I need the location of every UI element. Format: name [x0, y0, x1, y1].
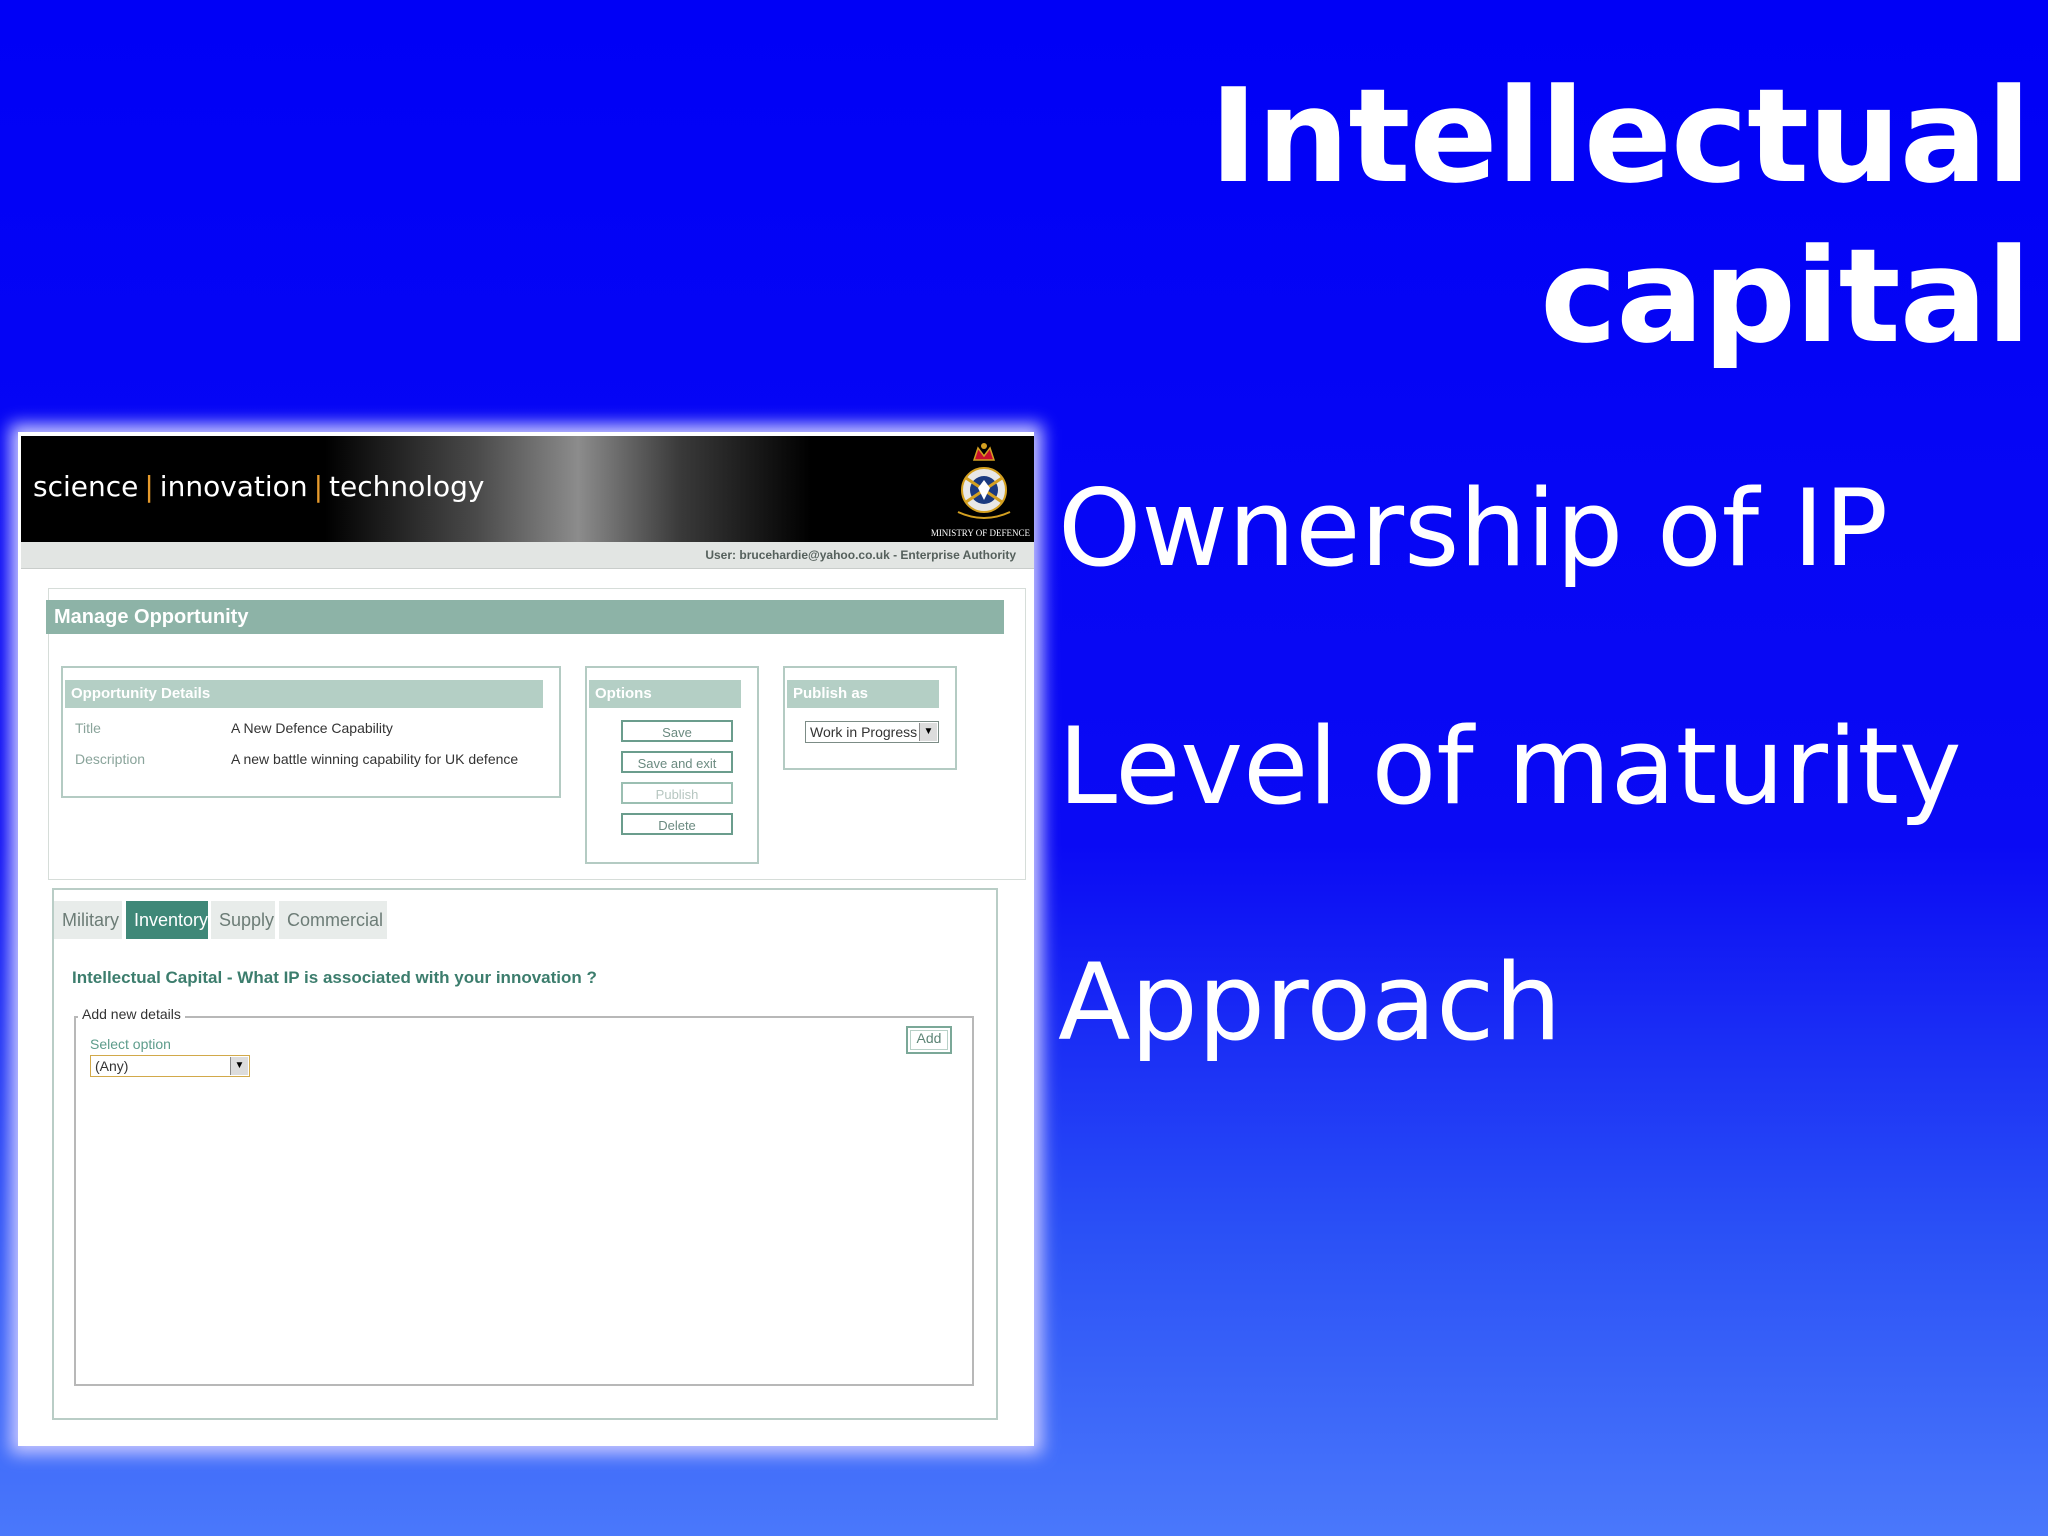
publish-as-select[interactable]: Work in Progress ▼: [805, 721, 939, 743]
page-title: Manage Opportunity: [46, 600, 1004, 634]
select-option-dropdown[interactable]: (Any) ▼: [90, 1055, 250, 1077]
publish-as-box: Publish as Work in Progress ▼: [783, 666, 957, 770]
opportunity-details-heading: Opportunity Details: [65, 680, 543, 708]
description-value: A new battle winning capability for UK d…: [231, 751, 519, 767]
slide-title: Intellectual capital: [1209, 60, 2031, 372]
brand-science: science: [33, 470, 139, 503]
tab-supply[interactable]: Supply: [211, 901, 275, 939]
chevron-down-icon[interactable]: ▼: [919, 723, 937, 741]
tab-military[interactable]: Military: [54, 901, 122, 939]
crest-caption: MINISTRY OF DEFENCE: [930, 528, 1030, 538]
chevron-down-icon[interactable]: ▼: [230, 1057, 248, 1075]
bullet-ownership: Ownership of IP: [1058, 467, 1888, 590]
publish-as-heading: Publish as: [787, 680, 939, 708]
publish-as-value: Work in Progress: [810, 724, 918, 740]
save-and-exit-button[interactable]: Save and exit: [621, 751, 733, 773]
tab-inventory[interactable]: Inventory: [126, 901, 208, 939]
user-bar: User: brucehardie@yahoo.co.uk - Enterpri…: [21, 542, 1034, 569]
description-label: Description: [75, 751, 146, 767]
save-button[interactable]: Save: [621, 720, 733, 742]
bullet-approach: Approach: [1058, 941, 1562, 1064]
title-label: Title: [75, 720, 101, 736]
title-value: A New Defence Capability: [231, 720, 393, 736]
select-option-value: (Any): [95, 1058, 129, 1074]
brand-logo: science | innovation | technology: [33, 470, 485, 503]
user-info: User: brucehardie@yahoo.co.uk - Enterpri…: [705, 548, 1016, 562]
opportunity-details-box: Opportunity Details Title A New Defence …: [61, 666, 561, 798]
add-new-details-legend: Add new details: [78, 1006, 185, 1022]
brand-technology: technology: [329, 470, 485, 503]
publish-button[interactable]: Publish: [621, 782, 733, 804]
bullet-maturity: Level of maturity: [1058, 705, 1962, 828]
mod-crest-icon: [957, 443, 1011, 519]
add-button[interactable]: Add: [906, 1026, 952, 1054]
options-box: Options Save Save and exit Publish Delet…: [585, 666, 759, 864]
delete-button[interactable]: Delete: [621, 813, 733, 835]
brand-innovation: innovation: [159, 470, 308, 503]
app-screenshot: science | innovation | technology MINISTRY O…: [18, 432, 1034, 1446]
app-header: science | innovation | technology MINISTRY O…: [21, 436, 1034, 542]
tab-commercial[interactable]: Commercial: [279, 901, 387, 939]
select-option-label: Select option: [90, 1036, 171, 1052]
options-heading: Options: [589, 680, 741, 708]
ic-question: Intellectual Capital - What IP is associ…: [72, 968, 597, 987]
